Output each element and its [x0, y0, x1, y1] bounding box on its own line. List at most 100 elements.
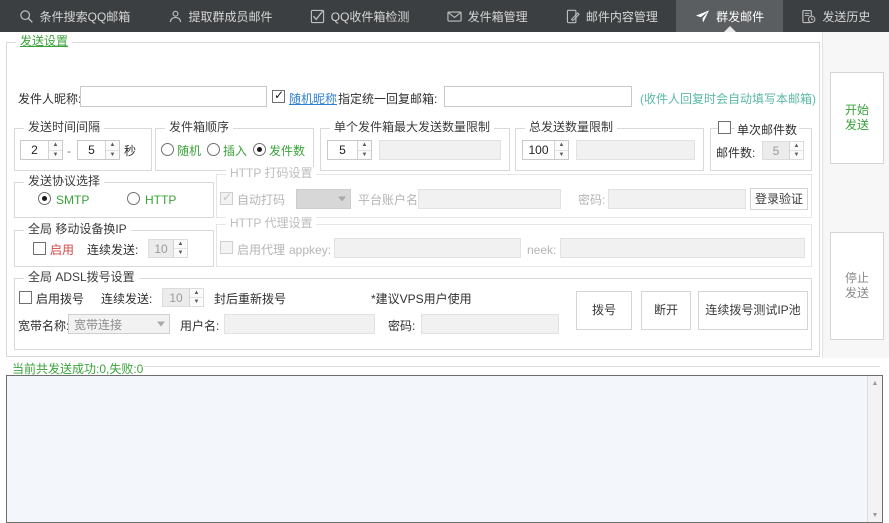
stepper-down-icon[interactable]: ▼: [49, 151, 62, 160]
scroll-down-icon[interactable]: ▼: [868, 508, 882, 522]
single-limit-extra-input[interactable]: [379, 140, 501, 160]
stepper-arrows[interactable]: ▲▼: [105, 141, 119, 159]
stepper-up-icon[interactable]: ▲: [555, 141, 568, 151]
auto-code-checkbox[interactable]: ✓: [220, 192, 233, 205]
stepper-arrows[interactable]: ▲▼: [789, 142, 803, 159]
batch-count-value: 5: [763, 142, 789, 159]
http-code-password-input[interactable]: [608, 189, 746, 209]
tab-outbox-management[interactable]: 发件箱管理: [428, 0, 546, 32]
adsl-password-label: 密码:: [388, 319, 415, 333]
order-label-sendcount: 发件数: [269, 144, 305, 158]
tab-extract-group-members[interactable]: 提取群成员邮件: [149, 0, 291, 32]
random-nickname-link[interactable]: 随机昵称: [289, 92, 337, 106]
stepper-arrows[interactable]: ▲▼: [357, 141, 371, 159]
protocol-radio-smtp[interactable]: [38, 192, 51, 205]
dial-label: 拨号: [592, 303, 616, 318]
adsl-title: 全局 ADSL拨号设置: [24, 271, 139, 283]
start-send-label-line1: 开始: [845, 103, 869, 118]
start-send-label-line2: 发送: [845, 118, 869, 133]
stepper-down-icon[interactable]: ▼: [358, 151, 371, 160]
batch-count-stepper[interactable]: 5 ▲▼: [762, 141, 804, 160]
broadband-name-select[interactable]: 宽带连接: [68, 314, 170, 334]
tab-bulk-mail[interactable]: 群发邮件: [676, 0, 782, 32]
interval-min-value: 2: [21, 141, 48, 159]
login-verify-button[interactable]: 登录验证: [750, 188, 808, 210]
adsl-password-input[interactable]: [421, 314, 559, 334]
proxy-enable-checkbox[interactable]: [220, 241, 233, 254]
mobile-ip-continuous-stepper[interactable]: 10 ▲▼: [148, 239, 188, 258]
test-ip-pool-button[interactable]: 连续拨号测试IP池: [698, 291, 808, 330]
protocol-label-smtp: SMTP: [56, 193, 89, 207]
disconnect-button[interactable]: 断开: [641, 291, 691, 330]
stepper-arrows[interactable]: ▲▼: [48, 141, 62, 159]
total-limit-extra-input[interactable]: [576, 140, 695, 160]
document-edit-icon: [565, 9, 580, 24]
stepper-up-icon[interactable]: ▲: [358, 141, 371, 151]
http-code-password-label: 密码:: [578, 193, 605, 207]
platform-select[interactable]: [296, 189, 351, 209]
stop-send-label-line1: 停止: [845, 271, 869, 286]
stepper-down-icon[interactable]: ▼: [790, 151, 803, 159]
history-icon: [801, 9, 816, 24]
mobile-ip-enable-label: 启用: [50, 243, 74, 257]
stepper-up-icon[interactable]: ▲: [790, 142, 803, 151]
batch-count-checkbox[interactable]: [718, 121, 731, 134]
interval-dash: -: [67, 144, 71, 158]
mobile-ip-enable-checkbox[interactable]: [33, 242, 46, 255]
stepper-down-icon[interactable]: ▼: [174, 249, 187, 257]
chevron-down-icon: [338, 197, 346, 202]
tab-label: 发送历史: [822, 8, 870, 25]
adsl-redial-label: 封后重新拨号: [214, 292, 286, 306]
adsl-username-input[interactable]: [224, 314, 375, 334]
interval-max-stepper[interactable]: 5 ▲▼: [77, 140, 120, 160]
adsl-continuous-stepper[interactable]: 10 ▲▼: [162, 288, 204, 307]
proxy-enable-label: 启用代理: [237, 243, 285, 257]
chevron-down-icon: [157, 322, 165, 327]
dial-button[interactable]: 拨号: [576, 291, 632, 330]
tab-search-qq-mailbox[interactable]: 条件搜索QQ邮箱: [0, 0, 149, 32]
protocol-radio-http[interactable]: [127, 192, 140, 205]
auto-code-label: 自动打码: [237, 193, 285, 207]
stepper-arrows[interactable]: ▲▼: [189, 289, 203, 306]
reply-email-input[interactable]: [444, 86, 632, 107]
stepper-down-icon[interactable]: ▼: [555, 151, 568, 160]
stepper-up-icon[interactable]: ▲: [49, 141, 62, 151]
scroll-up-icon[interactable]: ▲: [868, 376, 882, 390]
stop-send-button[interactable]: 停止 发送: [830, 232, 884, 340]
order-radio-sendcount[interactable]: [253, 143, 266, 156]
log-output-box[interactable]: ▲ ▼: [6, 375, 883, 523]
platform-account-input[interactable]: [418, 189, 561, 209]
total-limit-stepper[interactable]: 100 ▲▼: [522, 140, 569, 160]
tab-qq-inbox-detect[interactable]: QQ收件箱检测: [291, 0, 428, 32]
single-limit-stepper[interactable]: 5 ▲▼: [327, 140, 372, 160]
adsl-enable-checkbox[interactable]: [19, 291, 32, 304]
stepper-up-icon[interactable]: ▲: [174, 240, 187, 249]
tab-send-history[interactable]: 发送历史: [783, 0, 889, 32]
log-scrollbar[interactable]: ▲ ▼: [867, 376, 882, 522]
order-radio-insert[interactable]: [207, 143, 220, 156]
start-send-button[interactable]: 开始 发送: [830, 72, 884, 164]
stepper-up-icon[interactable]: ▲: [190, 289, 203, 298]
envelope-icon: [447, 9, 462, 24]
platform-account-label: 平台账户名:: [358, 193, 421, 207]
tab-label: 邮件内容管理: [586, 8, 658, 25]
stepper-arrows[interactable]: ▲▼: [554, 141, 568, 159]
sender-nickname-input[interactable]: [80, 86, 267, 107]
stepper-arrows[interactable]: ▲▼: [173, 240, 187, 257]
stepper-down-icon[interactable]: ▼: [190, 298, 203, 306]
random-nickname-checkbox[interactable]: ✓: [272, 90, 285, 103]
stepper-down-icon[interactable]: ▼: [106, 151, 119, 160]
order-radio-random[interactable]: [161, 143, 174, 156]
main-navigation: 条件搜索QQ邮箱 提取群成员邮件 QQ收件箱检测 发件箱管理 邮件内容管理: [0, 0, 889, 32]
checkbox-icon: [310, 9, 325, 24]
app-window: 条件搜索QQ邮箱 提取群成员邮件 QQ收件箱检测 发件箱管理 邮件内容管理: [0, 0, 889, 500]
reply-email-label: 指定统一回复邮箱:: [338, 92, 437, 106]
stepper-up-icon[interactable]: ▲: [106, 141, 119, 151]
broadband-name-value: 宽带连接: [74, 316, 122, 333]
interval-min-stepper[interactable]: 2 ▲▼: [20, 140, 63, 160]
appkey-input[interactable]: [334, 238, 521, 258]
neek-input[interactable]: [560, 238, 805, 258]
total-limit-title: 总发送数量限制: [525, 121, 617, 133]
single-limit-value: 5: [328, 141, 357, 159]
tab-mail-content-management[interactable]: 邮件内容管理: [546, 0, 676, 32]
